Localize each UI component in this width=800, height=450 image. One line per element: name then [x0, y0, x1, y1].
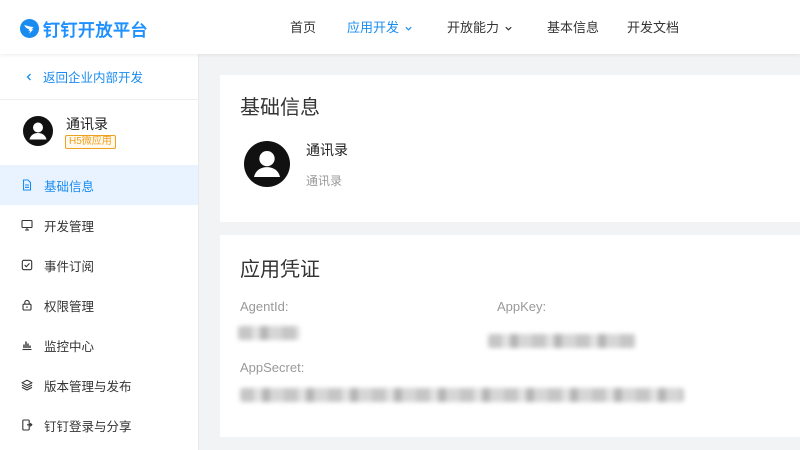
sidebar-item-dev-management[interactable]: 开发管理 [0, 205, 198, 245]
agent-id-label: AgentId: [240, 299, 289, 314]
app-name: 通讯录 [306, 142, 348, 158]
sidebar-item-label: 基础信息 [44, 179, 95, 194]
chevron-down-icon [404, 24, 413, 33]
app-secret-value-redacted [240, 388, 684, 402]
mobile-share-icon [21, 419, 33, 431]
nav-item-label: 开发文档 [627, 20, 680, 35]
nav-item-label: 首页 [290, 20, 317, 35]
sidebar-item-label: 开发管理 [44, 219, 95, 234]
sidebar: 返回企业内部开发 通讯录 H5微应用 基础信息 开发管理 事件订阅 权限管理 监… [0, 54, 199, 450]
sidebar-item-label: 事件订阅 [44, 259, 95, 274]
sidebar-item-label: 版本管理与发布 [44, 379, 132, 394]
brand-name: 钉钉开放平台 [43, 20, 148, 40]
nav-item-label: 开放能力 [447, 20, 500, 35]
agent-id-value-redacted [238, 326, 300, 340]
app-key-label: AppKey: [497, 299, 547, 314]
bar-chart-icon [21, 339, 33, 351]
monitor-icon [21, 219, 33, 231]
layers-icon [21, 379, 33, 391]
sidebar-item-monitoring-center[interactable]: 监控中心 [0, 325, 198, 365]
basic-info-title: 基础信息 [240, 97, 320, 119]
credentials-title: 应用凭证 [240, 259, 320, 281]
sidebar-item-permission-management[interactable]: 权限管理 [0, 285, 198, 325]
user-avatar-icon [23, 116, 53, 146]
app-key-value-redacted [488, 334, 636, 348]
document-icon [21, 179, 33, 191]
brand-logo[interactable]: 钉钉开放平台 [20, 17, 148, 40]
sidebar-item-dingtalk-login-share[interactable]: 钉钉登录与分享 [0, 405, 198, 445]
sidebar-item-event-subscription[interactable]: 事件订阅 [0, 245, 198, 285]
app-credentials-card: 应用凭证 AgentId: AppKey: AppSecret: [220, 235, 800, 437]
app-type-badge: H5微应用 [65, 135, 116, 149]
app-secret-label: AppSecret: [240, 360, 305, 375]
sidebar-menu: 基础信息 开发管理 事件订阅 权限管理 监控中心 版本管理与发布 钉钉登录与分享 [0, 165, 198, 445]
nav-item-home[interactable]: 首页 [290, 18, 316, 38]
top-header: 钉钉开放平台 首页 应用开发 开放能力 基本信息 开发文档 [0, 0, 800, 54]
nav-item-app-development[interactable]: 应用开发 [347, 18, 413, 38]
back-link-label: 返回企业内部开发 [43, 71, 144, 85]
sidebar-item-label: 钉钉登录与分享 [44, 419, 132, 434]
nav-item-dev-docs[interactable]: 开发文档 [627, 18, 679, 38]
sidebar-item-label: 权限管理 [44, 299, 95, 314]
nav-item-label: 基本信息 [547, 20, 600, 35]
back-to-internal-dev-link[interactable]: 返回企业内部开发 [0, 54, 198, 100]
lock-icon [21, 299, 33, 311]
nav-item-basic-info[interactable]: 基本信息 [547, 18, 599, 38]
check-square-icon [21, 259, 33, 271]
sidebar-item-label: 监控中心 [44, 339, 95, 354]
basic-info-card: 基础信息 通讯录 通讯录 [220, 75, 800, 222]
app-name: 通讯录 [66, 116, 108, 132]
sidebar-item-basic-info[interactable]: 基础信息 [0, 165, 198, 205]
sidebar-item-version-release[interactable]: 版本管理与发布 [0, 365, 198, 405]
dingtalk-logo-icon [20, 18, 39, 38]
chevron-down-icon [504, 24, 513, 33]
app-description: 通讯录 [306, 174, 343, 188]
nav-item-label: 应用开发 [347, 20, 400, 35]
chevron-left-icon [24, 72, 34, 82]
user-avatar-icon [244, 141, 290, 187]
nav-item-open-capabilities[interactable]: 开放能力 [447, 18, 513, 38]
